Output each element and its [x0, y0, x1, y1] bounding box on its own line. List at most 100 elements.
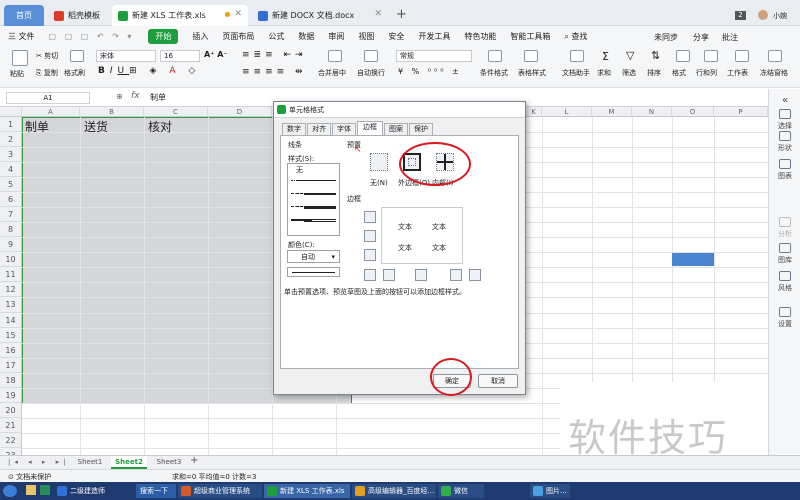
taskbar-search[interactable]: 搜索一下 [136, 484, 176, 498]
conditional-format-button[interactable]: 条件格式 [480, 68, 508, 78]
border-center-icon[interactable] [415, 269, 427, 281]
column-header[interactable]: C [144, 107, 208, 117]
row-header[interactable]: 20 [0, 402, 22, 418]
add-sheet-icon[interactable]: + [190, 455, 198, 466]
corner-select-all[interactable] [0, 107, 22, 117]
column-header[interactable]: D [208, 107, 272, 117]
filter-button[interactable]: 筛选 [622, 68, 636, 78]
border-right-icon[interactable] [450, 269, 462, 281]
line-style-none[interactable]: 无 [296, 165, 303, 175]
taskbar-item[interactable]: 微信 [438, 484, 484, 498]
tab-protection[interactable]: 保护 [409, 123, 433, 135]
line-style-list[interactable] [287, 163, 340, 236]
column-header[interactable]: M [592, 107, 632, 117]
row-header[interactable]: 22 [0, 432, 22, 448]
menu-item-features[interactable]: 特色功能 [464, 31, 496, 42]
row-header[interactable]: 21 [0, 417, 22, 433]
menu-item-insert[interactable]: 插入 [192, 31, 208, 42]
tab-border[interactable]: 边框 [357, 121, 383, 135]
highlighted-cell[interactable] [672, 253, 714, 266]
sort-button[interactable]: 排序 [647, 68, 661, 78]
column-header[interactable]: N [632, 107, 672, 117]
line-style-option[interactable] [320, 219, 336, 222]
menu-start[interactable]: 开始 [148, 28, 179, 44]
tab-xls[interactable]: 新建 XLS 工作表.xls ✕ [112, 5, 248, 26]
menu-item-developer[interactable]: 开发工具 [418, 31, 450, 42]
format-button[interactable]: 格式 [672, 68, 686, 78]
border-left-icon[interactable] [383, 269, 395, 281]
menu-item-view[interactable]: 视图 [358, 31, 374, 42]
font-grow-shrink-icon[interactable]: A⁺ A⁻ [204, 50, 228, 59]
side-chart-button[interactable]: 图表 [769, 159, 800, 181]
row-header[interactable]: 1 [0, 117, 22, 133]
app-icon[interactable] [40, 485, 50, 495]
rows-columns-button[interactable]: 行和列 [696, 68, 717, 78]
fx-icon[interactable]: fx [131, 91, 140, 101]
tab-docer[interactable]: 稻壳模板 [48, 5, 108, 26]
side-shape-button[interactable]: 形状 [769, 131, 800, 153]
freeze-panes-icon[interactable] [768, 50, 782, 62]
dialog-titlebar[interactable]: 单元格格式 [274, 102, 525, 118]
cut-button[interactable]: ✂ 剪切 [36, 51, 58, 61]
taskbar-item[interactable]: 高级编辑器_百度经... [352, 484, 436, 498]
border-preview[interactable] [381, 207, 463, 264]
doc-helper-icon[interactable] [570, 50, 584, 62]
worksheet-icon[interactable] [735, 50, 749, 62]
merge-center-button[interactable]: 合并居中 [318, 68, 346, 78]
format-painter-button[interactable]: 格式刷 [64, 68, 85, 78]
sheet-nav-icons[interactable]: |◂ ◂ ▸ ▸| [8, 458, 69, 466]
sync-status[interactable]: 未同步 [654, 32, 678, 43]
row-header[interactable]: 13 [0, 297, 22, 313]
conditional-format-icon[interactable] [488, 50, 502, 62]
rows-columns-icon[interactable] [704, 50, 718, 62]
cell-b1[interactable]: 送货 [84, 118, 108, 135]
number-format-icons[interactable]: ¥ % ⁰⁰⁰ ± [398, 67, 462, 76]
close-tab-icon[interactable]: ✕ [234, 9, 242, 19]
menu-item-data[interactable]: 数据 [298, 31, 314, 42]
table-style-icon[interactable] [524, 50, 538, 62]
number-format-select[interactable]: 常规 [396, 50, 472, 62]
cell-a1[interactable]: 制单 [25, 118, 49, 135]
color-select[interactable]: 自动 ▾ [287, 250, 340, 263]
cell-c1[interactable]: 核对 [148, 118, 172, 135]
sheet-tab[interactable]: Sheet1 [72, 456, 108, 469]
row-header[interactable]: 11 [0, 267, 22, 283]
line-style-option[interactable] [304, 206, 320, 209]
table-style-button[interactable]: 表格样式 [518, 68, 546, 78]
row-header[interactable]: 15 [0, 327, 22, 343]
wrap-text-icon[interactable] [364, 50, 378, 62]
protect-status[interactable]: ⊙ 文档未保护 [8, 472, 51, 482]
worksheet-button[interactable]: 工作表 [727, 68, 748, 78]
side-select-button[interactable]: 选择 [769, 109, 800, 131]
row-header[interactable]: 23 [0, 447, 22, 455]
row-header[interactable]: 4 [0, 162, 22, 178]
paste-button[interactable]: 粘贴 [10, 69, 24, 79]
menu-item-smart-tools[interactable]: 智能工具箱 [510, 31, 550, 42]
notification-badge[interactable]: 2 [735, 11, 746, 20]
share-button[interactable]: 分享 [693, 32, 709, 43]
format-painter-icon[interactable] [70, 50, 84, 62]
zoom-icon[interactable]: ⊕ [116, 92, 123, 101]
taskbar-item[interactable]: 超级商业管理系统 [178, 484, 262, 498]
column-header[interactable]: A [22, 107, 80, 117]
line-style-option[interactable] [320, 206, 336, 209]
font-family-select[interactable]: 宋体 [96, 50, 156, 62]
menu-search[interactable]: ⌕ 查找 [564, 31, 587, 42]
avatar[interactable] [758, 10, 768, 20]
column-header[interactable]: K [526, 107, 542, 117]
tab-number[interactable]: 数字 [282, 123, 306, 135]
column-header[interactable]: P [714, 107, 768, 117]
row-header[interactable]: 3 [0, 147, 22, 163]
tab-font[interactable]: 字体 [332, 123, 356, 135]
wrap-text-button[interactable]: 自动换行 [357, 68, 385, 78]
border-middle-icon[interactable] [364, 230, 376, 242]
doc-helper-button[interactable]: 文档助手 [562, 68, 590, 78]
annotate-button[interactable]: 批注 [722, 32, 738, 43]
cancel-button[interactable]: 取消 [478, 374, 518, 388]
new-tab-icon[interactable]: + [396, 7, 407, 22]
menu-file[interactable]: 三 文件 [8, 31, 35, 42]
freeze-panes-button[interactable]: 冻结窗格 [760, 68, 788, 78]
tab-pattern[interactable]: 图案 [384, 123, 408, 135]
name-box[interactable]: A1 [6, 92, 90, 104]
merge-icon[interactable] [328, 50, 342, 62]
